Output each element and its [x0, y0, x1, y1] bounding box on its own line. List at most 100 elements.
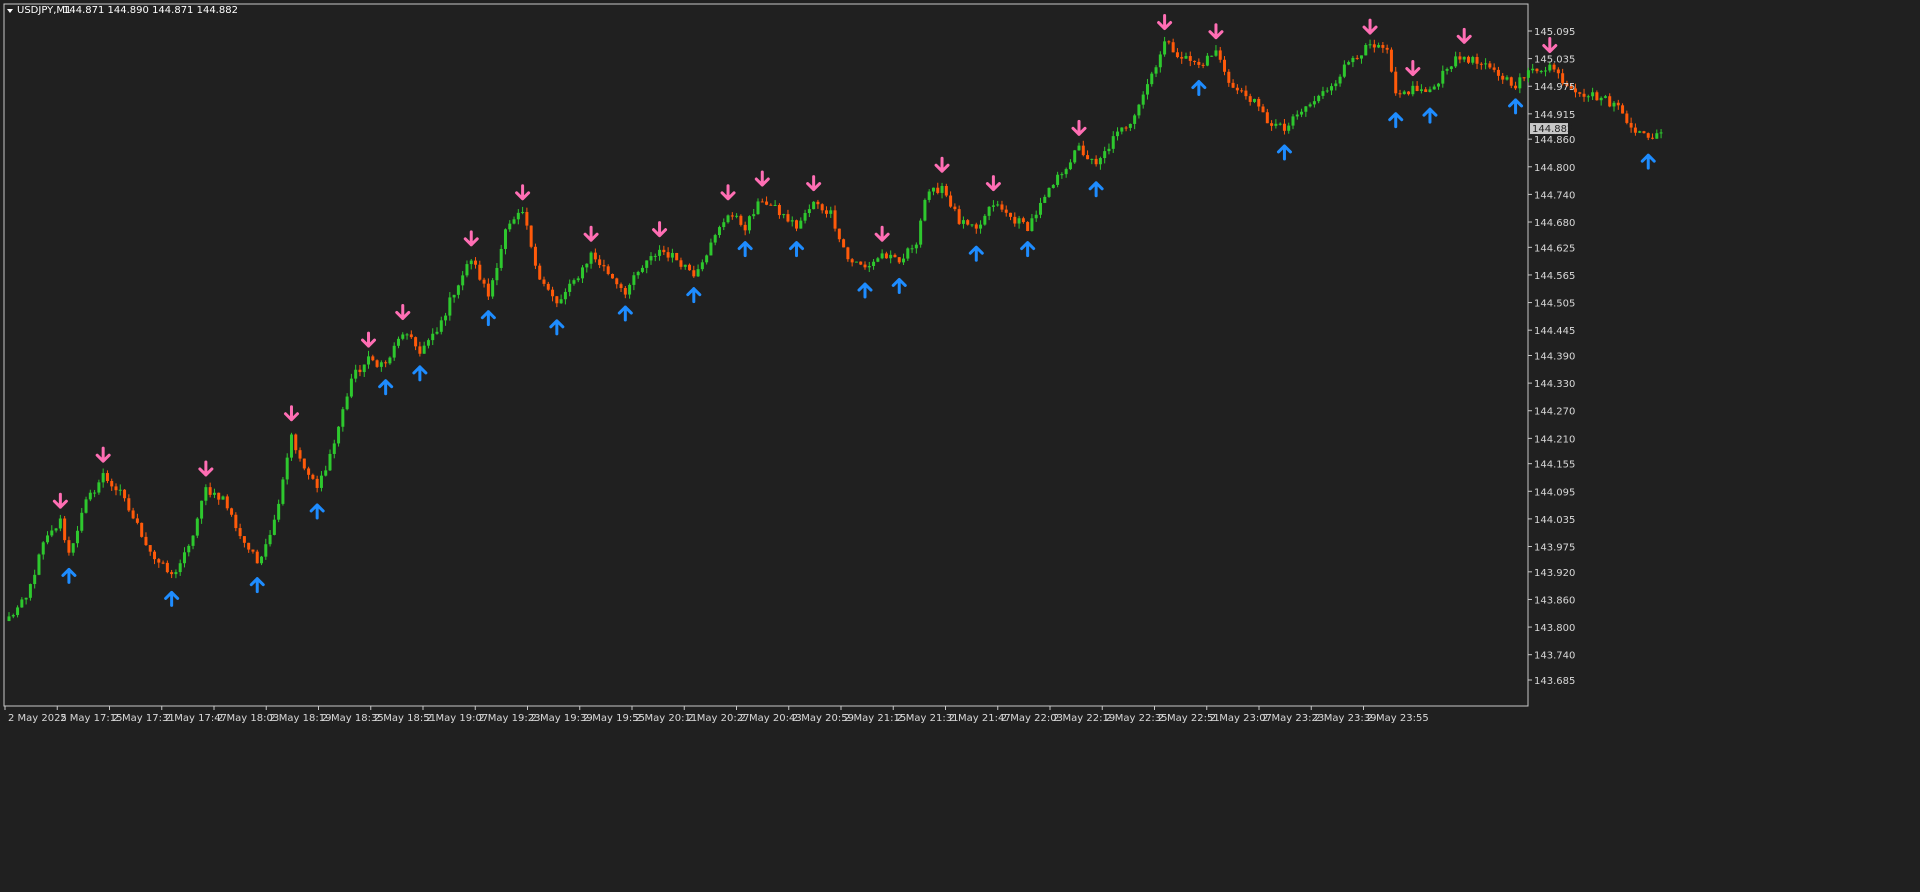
candle-body	[1616, 102, 1620, 106]
candle-body	[1244, 90, 1248, 97]
buy-arrow-icon	[891, 277, 907, 294]
candle-body	[1163, 41, 1167, 55]
candle-body	[1437, 83, 1441, 87]
candle-body	[602, 265, 606, 267]
candle-body	[1544, 70, 1548, 72]
candle-body	[212, 492, 216, 495]
candle-body	[24, 597, 28, 600]
candle-body	[135, 518, 139, 523]
candle-body	[1090, 158, 1094, 160]
candle-body	[1342, 64, 1346, 77]
candle-body	[401, 334, 405, 339]
candle-body	[307, 468, 311, 475]
candle-body	[782, 214, 786, 216]
candle-body	[970, 224, 974, 226]
candle-body	[923, 199, 927, 221]
x-tick-label: 2 May 2025	[8, 713, 67, 724]
candle-body	[1407, 91, 1411, 95]
candle-body	[1030, 218, 1034, 231]
time-axis: 2 May 20252 May 17:152 May 17:312 May 17…	[4, 706, 1429, 724]
candle-body	[927, 191, 931, 200]
sell-arrow-icon	[1208, 23, 1224, 40]
candle-body	[1578, 92, 1582, 94]
candle-body	[1372, 44, 1376, 48]
candle-body	[1625, 113, 1629, 123]
candle-body	[97, 482, 101, 493]
candle-body	[221, 496, 225, 500]
candle-body	[337, 426, 341, 444]
candle-body	[833, 210, 837, 229]
candle-body	[1591, 92, 1595, 97]
candle-body	[20, 599, 24, 608]
candle-body	[1621, 105, 1625, 114]
buy-arrow-icon	[1640, 153, 1656, 170]
candle-body	[1141, 94, 1145, 105]
candle-body	[1145, 84, 1149, 95]
candle-body	[1334, 83, 1338, 87]
candle-body	[499, 248, 503, 268]
candle-body	[533, 246, 537, 266]
candle-body	[1000, 204, 1004, 210]
candle-body	[662, 249, 666, 253]
candle-body	[414, 337, 418, 347]
candle-body	[1026, 222, 1030, 231]
sell-arrow-icon	[1362, 18, 1378, 35]
candle-body	[1158, 54, 1162, 68]
candles-layer	[7, 36, 1663, 622]
candle-body	[1248, 96, 1252, 102]
candle-body	[645, 260, 649, 268]
candle-body	[872, 261, 876, 267]
candle-body	[367, 356, 371, 365]
candle-body	[983, 215, 987, 225]
candle-body	[1629, 122, 1633, 128]
candle-body	[388, 357, 392, 364]
collapse-triangle-icon[interactable]	[7, 9, 13, 13]
candle-body	[700, 262, 704, 270]
candle-body	[598, 259, 602, 266]
candle-body	[247, 542, 251, 550]
candle-body	[435, 331, 439, 334]
sell-arrow-icon	[515, 184, 531, 201]
buy-arrow-icon	[412, 365, 428, 382]
candle-body	[80, 512, 84, 531]
candle-body	[610, 273, 614, 279]
candle-body	[1021, 218, 1025, 223]
candle-body	[688, 264, 692, 271]
candle-body	[1034, 214, 1038, 219]
candle-body	[238, 528, 242, 537]
candle-body	[628, 284, 632, 295]
candle-body	[649, 256, 653, 261]
candle-body	[289, 434, 293, 458]
candle-body	[589, 252, 593, 264]
candle-body	[200, 500, 204, 519]
candle-body	[371, 356, 375, 361]
candle-body	[1077, 145, 1081, 151]
candle-body	[1531, 68, 1535, 71]
candle-body	[16, 607, 20, 616]
y-tick-label: 144.625	[1534, 243, 1575, 254]
sell-arrow-icon	[652, 221, 668, 238]
chart-window[interactable]: 145.095 145.035 144.975 144.915 144.860 144.8…	[0, 0, 1920, 892]
candle-body	[1223, 59, 1227, 72]
candle-body	[666, 252, 670, 258]
candle-body	[559, 299, 563, 304]
candle-body	[1210, 55, 1214, 57]
candle-body	[1111, 136, 1115, 149]
candle-body	[777, 204, 781, 216]
candle-body	[84, 499, 88, 513]
candle-body	[255, 551, 259, 564]
signal-arrows-layer	[52, 14, 1656, 607]
candle-body	[623, 288, 627, 295]
candle-body	[1351, 57, 1355, 63]
buy-arrow-icon	[378, 379, 394, 396]
candle-body	[551, 289, 555, 297]
candle-body	[461, 275, 465, 286]
candle-body	[773, 204, 777, 206]
x-tick-label: 2 May 23:55	[1367, 713, 1429, 724]
candle-body	[332, 443, 336, 454]
candle-body	[1098, 158, 1102, 165]
y-tick-label: 143.920	[1534, 568, 1575, 579]
candlestick-chart[interactable]: 145.095145.035144.975144.915144.860144.8…	[0, 0, 1920, 892]
candle-body	[1227, 71, 1231, 83]
candle-body	[726, 215, 730, 223]
